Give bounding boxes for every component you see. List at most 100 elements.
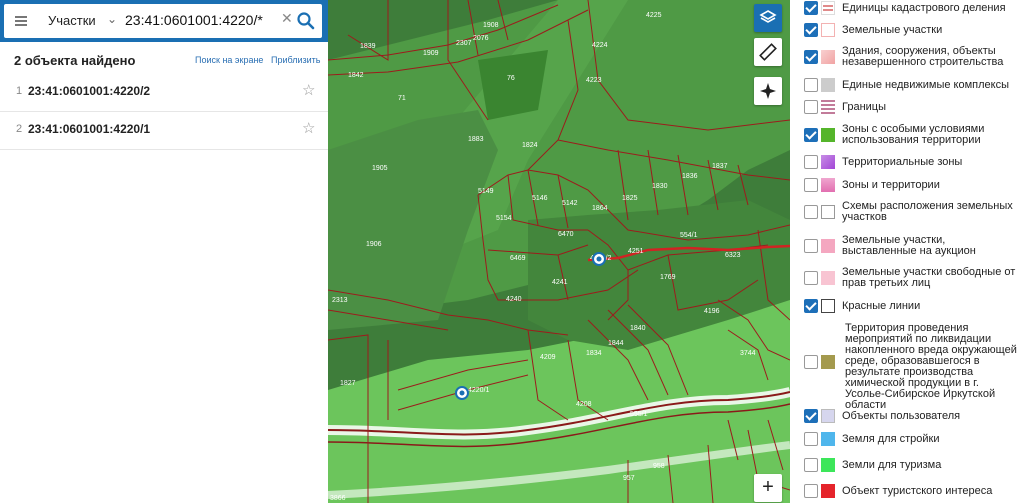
search-bar: Участки ⌄ 23:41:0601001:4220/* ✕ ‹ xyxy=(0,0,340,42)
checkbox[interactable] xyxy=(804,50,818,64)
legend-label: Территория проведения мероприятий по лик… xyxy=(845,322,1017,411)
checkbox[interactable] xyxy=(804,128,818,142)
ecology-zone-swatch xyxy=(821,355,835,369)
parcel-label: 4224 xyxy=(592,42,608,49)
parcel-label: 1906 xyxy=(366,241,382,248)
parcel-label: 1883 xyxy=(468,136,484,143)
checkbox[interactable] xyxy=(804,205,818,219)
layers-button[interactable] xyxy=(754,4,782,32)
parcel-label: 1827 xyxy=(340,380,356,387)
map-canvas[interactable]: 4225 1908 1839 1909 2307 2076 1842 76 42… xyxy=(328,0,790,503)
legend-label: Земельные участки, выставленные на аукци… xyxy=(842,234,976,257)
checkbox[interactable] xyxy=(804,155,818,169)
cadastral-division-swatch xyxy=(821,1,835,15)
construction-land-swatch xyxy=(821,432,835,446)
borders-swatch xyxy=(821,100,835,114)
parcel-label: 3866 xyxy=(330,495,346,502)
parcel-label: 1905 xyxy=(372,165,388,172)
parcel-label: 1837 xyxy=(712,163,728,170)
special-zone-swatch xyxy=(821,128,835,142)
result-id[interactable]: 23:41:0601001:4220/2 xyxy=(28,84,150,98)
clear-icon[interactable]: ✕ xyxy=(281,10,293,27)
legend-label: Земля для стройки xyxy=(842,433,940,445)
parcel-label: 957 xyxy=(623,475,635,482)
parcel-label: 4208 xyxy=(576,401,592,408)
parcel-label: 1844 xyxy=(608,340,624,347)
parcel-label: 4251 xyxy=(628,248,644,255)
checkbox[interactable] xyxy=(804,178,818,192)
schemes-swatch xyxy=(821,205,835,219)
complex-swatch xyxy=(821,78,835,92)
tourist-object-swatch xyxy=(821,484,835,498)
parcel-label: 1842 xyxy=(348,72,364,79)
star-icon[interactable]: ☆ xyxy=(302,81,315,99)
parcel-label: 6323 xyxy=(725,252,741,259)
legend-label: Схемы расположения земельных участков xyxy=(842,200,1013,223)
checkbox[interactable] xyxy=(804,299,818,313)
parcel-label: 5154 xyxy=(496,215,512,222)
search-icon[interactable] xyxy=(296,11,316,31)
search-box[interactable]: Участки ⌄ 23:41:0601001:4220/* ✕ xyxy=(4,4,322,38)
red-lines-swatch xyxy=(821,299,835,313)
parcel-label: 5146 xyxy=(532,195,548,202)
user-objects-icon xyxy=(821,409,835,423)
auction-swatch xyxy=(821,239,835,253)
checkbox[interactable] xyxy=(804,409,818,423)
parcel-label: 1864 xyxy=(592,205,608,212)
cadastral-map[interactable]: 4225 1908 1839 1909 2307 2076 1842 76 42… xyxy=(328,0,790,503)
parcel-label: 76 xyxy=(507,75,515,82)
parcel-label: 958 xyxy=(653,463,665,470)
result-marker[interactable] xyxy=(455,386,469,400)
checkbox[interactable] xyxy=(804,355,818,369)
result-row[interactable]: 1 23:41:0601001:4220/2 ☆ xyxy=(0,73,328,112)
search-on-screen-link[interactable]: Поиск на экране xyxy=(195,55,263,65)
legend-label: Земельные участки xyxy=(842,24,943,36)
parcel-label: 5149 xyxy=(478,188,494,195)
checkbox[interactable] xyxy=(804,23,818,37)
legend-label: Единицы кадастрового деления xyxy=(842,2,1006,14)
result-row[interactable]: 2 23:41:0601001:4220/1 ☆ xyxy=(0,111,328,150)
ruler-button[interactable] xyxy=(754,38,782,66)
checkbox[interactable] xyxy=(804,458,818,472)
checkbox[interactable] xyxy=(804,78,818,92)
chevron-down-icon[interactable]: ⌄ xyxy=(107,12,117,26)
zoom-in-button[interactable]: + xyxy=(754,474,782,502)
result-id[interactable]: 23:41:0601001:4220/1 xyxy=(28,122,150,136)
result-number: 1 xyxy=(16,85,23,97)
zoom-link[interactable]: Приблизить xyxy=(271,55,321,65)
legend-label: Объекты пользователя xyxy=(842,410,961,422)
legend-label: Красные линии xyxy=(842,300,921,312)
parcel-label: 1769 xyxy=(660,274,676,281)
parcel-label: 2307 xyxy=(456,40,472,47)
star-icon[interactable]: ☆ xyxy=(302,119,315,137)
checkbox[interactable] xyxy=(804,484,818,498)
checkbox[interactable] xyxy=(804,1,818,15)
result-marker[interactable] xyxy=(592,252,606,266)
checkbox[interactable] xyxy=(804,239,818,253)
parcel-label: 554/1 xyxy=(680,232,698,239)
parcel-label: 1834 xyxy=(586,350,602,357)
parcel-label: 1908 xyxy=(483,22,499,29)
locate-button[interactable] xyxy=(754,77,782,105)
parcel-label: 5142 xyxy=(562,200,578,207)
result-number: 2 xyxy=(16,123,23,135)
parcel-label: 2076 xyxy=(473,35,489,42)
building-swatch xyxy=(821,50,835,64)
parcel-label: 1824 xyxy=(522,142,538,149)
parcel-label: 6469 xyxy=(510,255,526,262)
checkbox[interactable] xyxy=(804,100,818,114)
parcel-label: 2313 xyxy=(332,297,348,304)
parcel-label: 4241 xyxy=(552,279,568,286)
menu-icon[interactable] xyxy=(12,12,30,30)
legend-label: Зоны с особыми условиями использования т… xyxy=(842,123,985,146)
checkbox[interactable] xyxy=(804,271,818,285)
parcel-label: 4240 xyxy=(506,296,522,303)
legend-label: Здания, сооружения, объекты незавершенно… xyxy=(842,45,1004,68)
legend-label: Единые недвижимые комплексы xyxy=(842,79,1010,91)
category-select[interactable]: Участки xyxy=(48,13,96,28)
compass-icon xyxy=(760,83,776,99)
search-panel: Участки ⌄ 23:41:0601001:4220/* ✕ ‹ 2 объ… xyxy=(0,0,340,503)
search-input[interactable]: 23:41:0601001:4220/* xyxy=(125,12,263,28)
parcel-label: 1840 xyxy=(630,325,646,332)
checkbox[interactable] xyxy=(804,432,818,446)
